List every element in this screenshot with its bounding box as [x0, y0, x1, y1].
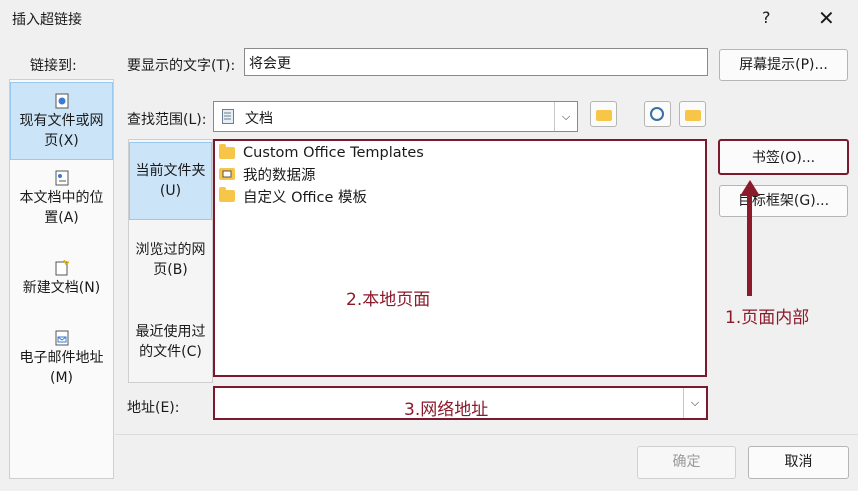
folder-open-icon [685, 110, 701, 121]
chevron-down-icon: ⌵ [683, 388, 706, 418]
tab-label: (U) [159, 183, 182, 199]
list-item[interactable]: 我的数据源 [219, 164, 316, 184]
sidebar-item-email[interactable]: 电子邮件地址 (M) [10, 330, 113, 390]
list-item[interactable]: Custom Office Templates [219, 143, 424, 163]
browse-web-button[interactable] [644, 101, 671, 127]
folder-icon [219, 187, 235, 202]
address-label: 地址(E): [127, 400, 180, 416]
globe-page-icon [55, 93, 68, 109]
close-button[interactable]: ✕ [818, 6, 835, 30]
tab-label: 当前文件夹 [135, 163, 206, 179]
folder-icon [219, 144, 235, 159]
chevron-down-icon: ⌵ [554, 102, 577, 131]
divider [115, 434, 858, 435]
address-input[interactable]: 3.网络地址 ⌵ [213, 386, 708, 420]
screen-tip-button[interactable]: 屏幕提示(P)... [719, 49, 848, 81]
sidebar-item-label: 新建文档(N) [22, 280, 101, 296]
sidebar-item-existing-file[interactable]: 现有文件或网 页(X) [10, 82, 113, 160]
email-icon [55, 330, 68, 346]
tab-label: 的文件(C) [139, 344, 202, 360]
look-in-dropdown[interactable]: 文档 ⌵ [213, 101, 578, 132]
list-item[interactable]: 自定义 Office 模板 [219, 186, 367, 206]
link-to-label: 链接到: [30, 58, 77, 74]
sidebar-item-label: 置(A) [44, 210, 79, 226]
inner-tabs: 当前文件夹 (U) 浏览过的网 页(B) 最近使用过 的文件(C) [128, 139, 213, 383]
help-button[interactable]: ? [762, 8, 771, 27]
new-document-icon [55, 260, 69, 276]
tab-browsed-pages[interactable]: 浏览过的网 页(B) [129, 240, 212, 290]
globe-search-icon [650, 107, 664, 121]
tab-recent-files[interactable]: 最近使用过 的文件(C) [129, 322, 212, 372]
tab-label: 最近使用过 [135, 324, 206, 340]
window-title: 插入超链接 [12, 12, 82, 28]
ok-button[interactable]: 确定 [637, 446, 736, 479]
target-frame-button[interactable]: 目标框架(G)... [719, 185, 848, 217]
data-source-icon [219, 168, 235, 180]
arrow-shaft [747, 192, 752, 296]
file-list[interactable]: Custom Office Templates 我的数据源 自定义 Office… [213, 139, 707, 377]
document-place-icon [55, 170, 68, 186]
cancel-button[interactable]: 取消 [748, 446, 849, 479]
folder-up-icon [596, 110, 612, 121]
display-text-label: 要显示的文字(T): [127, 58, 236, 74]
sidebar-item-label: 本文档中的位 [19, 190, 104, 206]
sidebar-item-label: 页(X) [44, 133, 79, 149]
bookmark-button[interactable]: 书签(O)... [718, 139, 849, 175]
up-folder-button[interactable] [590, 101, 617, 127]
sidebar-item-label: (M) [49, 370, 73, 386]
display-text-input[interactable]: 将会更 [244, 48, 708, 76]
document-icon [222, 109, 234, 124]
annotation-local-page: 2.本地页面 [346, 290, 431, 310]
annotation-web-address: 3.网络地址 [404, 400, 489, 420]
look-in-label: 查找范围(L): [127, 112, 207, 128]
annotation-page-inside: 1.页面内部 [725, 308, 810, 328]
link-to-sidebar: 现有文件或网 页(X) 本文档中的位 置(A) 新建文档(N) 电子邮件地址 (… [9, 79, 114, 479]
browse-file-button[interactable] [679, 101, 706, 127]
sidebar-item-label: 现有文件或网 [19, 113, 104, 129]
sidebar-item-label: 电子邮件地址 [19, 350, 104, 366]
tab-current-folder[interactable]: 当前文件夹 (U) [129, 142, 212, 220]
sidebar-item-this-document[interactable]: 本文档中的位 置(A) [10, 170, 113, 240]
tab-label: 浏览过的网 [135, 242, 206, 258]
tab-label: 页(B) [153, 262, 188, 278]
sidebar-item-new-document[interactable]: 新建文档(N) [10, 260, 113, 310]
